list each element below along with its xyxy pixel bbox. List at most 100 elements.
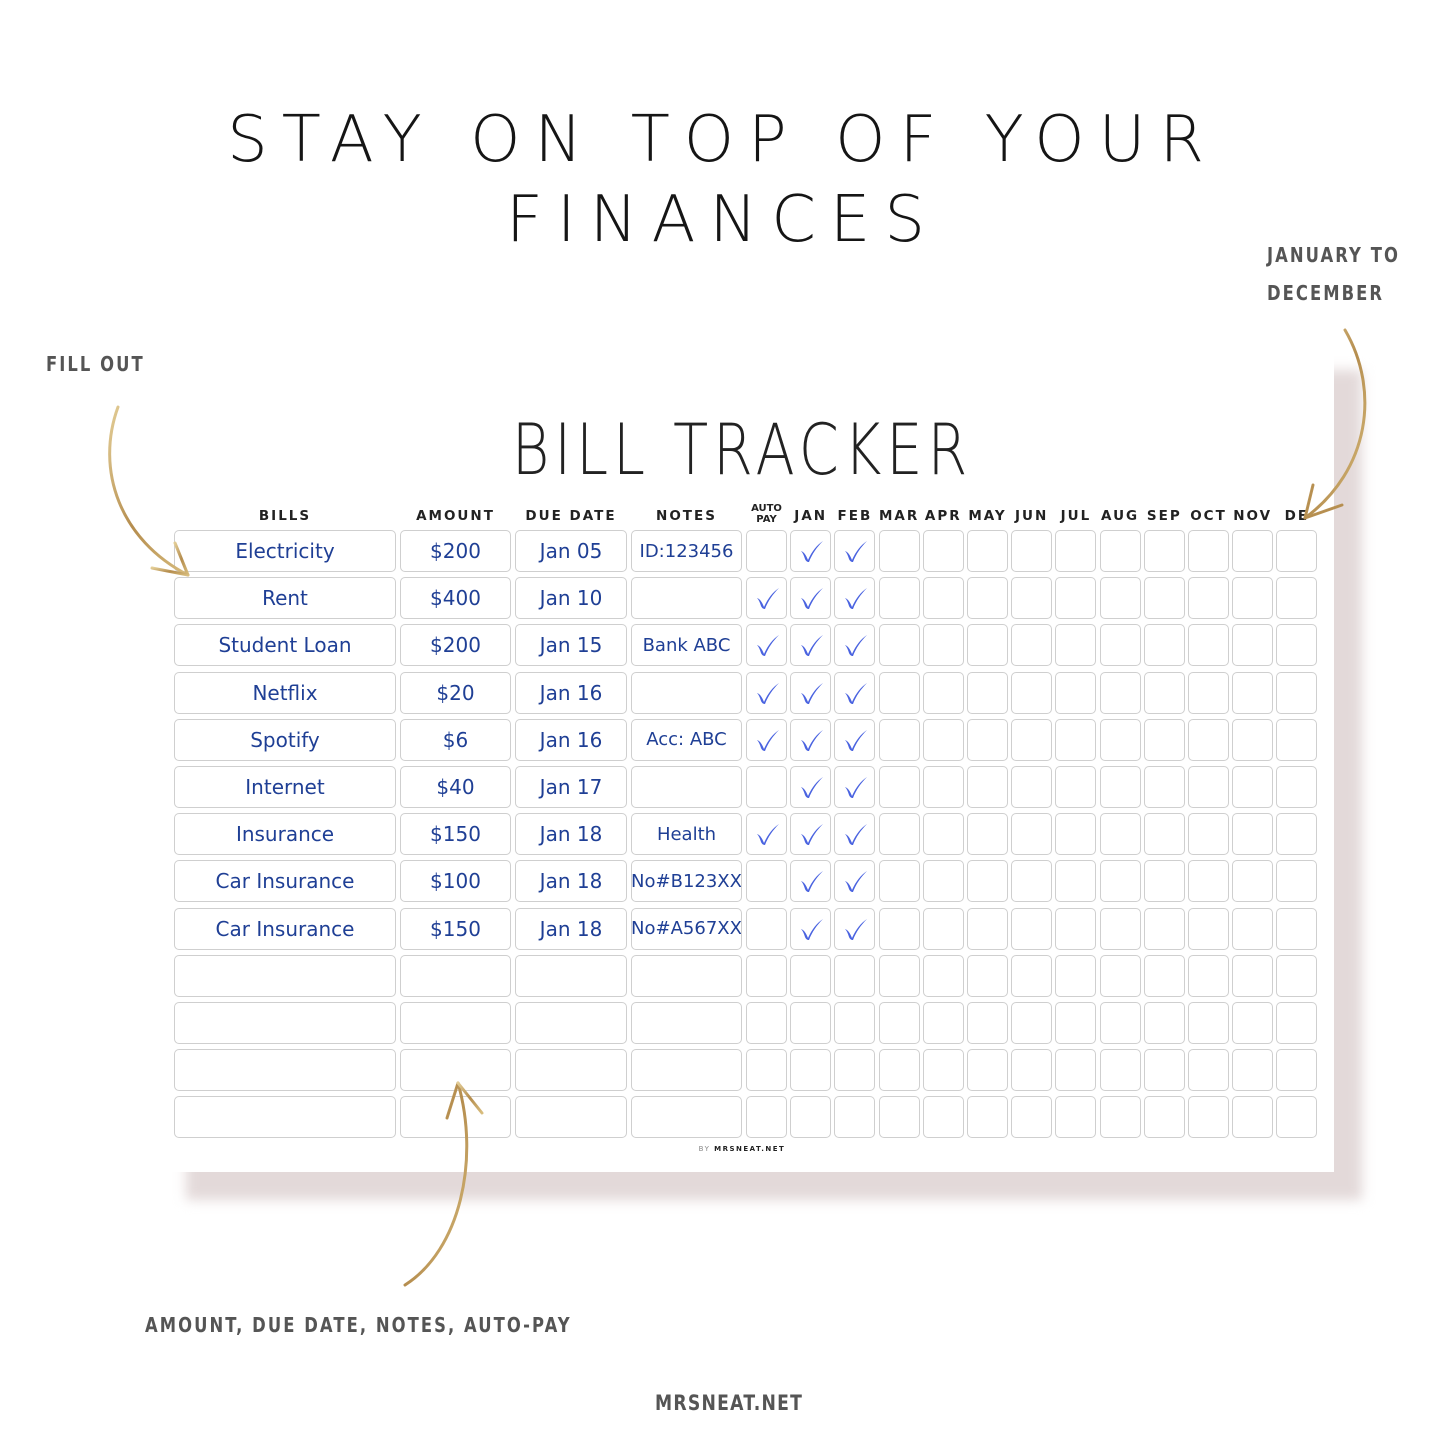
month-paid-checkbox[interactable] bbox=[1011, 577, 1053, 620]
amount-cell[interactable] bbox=[400, 1002, 511, 1044]
autopay-checkbox[interactable] bbox=[746, 860, 787, 903]
notes-cell[interactable]: Bank ABC bbox=[631, 624, 742, 667]
month-paid-checkbox[interactable] bbox=[1188, 1049, 1229, 1092]
amount-cell[interactable]: $200 bbox=[400, 530, 511, 572]
month-paid-checkbox[interactable] bbox=[967, 624, 1008, 667]
month-paid-checkbox[interactable] bbox=[1011, 624, 1053, 667]
month-paid-checkbox[interactable] bbox=[1188, 671, 1229, 714]
month-paid-checkbox[interactable] bbox=[922, 813, 964, 856]
month-paid-checkbox[interactable] bbox=[834, 530, 876, 572]
month-paid-checkbox[interactable] bbox=[1099, 1002, 1141, 1044]
month-paid-checkbox[interactable] bbox=[1276, 1096, 1318, 1139]
month-paid-checkbox[interactable] bbox=[1099, 954, 1141, 997]
due-date-cell[interactable]: Jan 18 bbox=[515, 907, 627, 950]
bill-name-cell[interactable]: Insurance bbox=[174, 813, 396, 856]
month-paid-checkbox[interactable] bbox=[967, 1096, 1008, 1139]
month-paid-checkbox[interactable] bbox=[1055, 860, 1097, 903]
month-paid-checkbox[interactable] bbox=[1055, 766, 1097, 808]
month-paid-checkbox[interactable] bbox=[1011, 1049, 1053, 1092]
month-paid-checkbox[interactable] bbox=[834, 718, 876, 761]
month-paid-checkbox[interactable] bbox=[834, 624, 876, 667]
month-paid-checkbox[interactable] bbox=[834, 860, 876, 903]
month-paid-checkbox[interactable] bbox=[1055, 671, 1097, 714]
month-paid-checkbox[interactable] bbox=[1011, 766, 1053, 808]
month-paid-checkbox[interactable] bbox=[1055, 530, 1097, 572]
month-paid-checkbox[interactable] bbox=[1276, 907, 1318, 950]
month-paid-checkbox[interactable] bbox=[1099, 1049, 1141, 1092]
bill-name-cell[interactable] bbox=[174, 1002, 396, 1044]
month-paid-checkbox[interactable] bbox=[1055, 577, 1097, 620]
bill-name-cell[interactable] bbox=[174, 1049, 396, 1092]
month-paid-checkbox[interactable] bbox=[878, 860, 920, 903]
month-paid-checkbox[interactable] bbox=[1099, 860, 1141, 903]
month-paid-checkbox[interactable] bbox=[1232, 718, 1274, 761]
month-paid-checkbox[interactable] bbox=[1143, 671, 1185, 714]
autopay-checkbox[interactable] bbox=[746, 813, 787, 856]
autopay-checkbox[interactable] bbox=[746, 624, 787, 667]
month-paid-checkbox[interactable] bbox=[1188, 1096, 1229, 1139]
month-paid-checkbox[interactable] bbox=[1099, 577, 1141, 620]
month-paid-checkbox[interactable] bbox=[922, 766, 964, 808]
month-paid-checkbox[interactable] bbox=[1143, 1096, 1185, 1139]
month-paid-checkbox[interactable] bbox=[1055, 1002, 1097, 1044]
month-paid-checkbox[interactable] bbox=[922, 860, 964, 903]
month-paid-checkbox[interactable] bbox=[790, 530, 832, 572]
month-paid-checkbox[interactable] bbox=[878, 907, 920, 950]
month-paid-checkbox[interactable] bbox=[834, 954, 876, 997]
notes-cell[interactable]: ID:123456 bbox=[631, 530, 742, 572]
month-paid-checkbox[interactable] bbox=[1143, 954, 1185, 997]
month-paid-checkbox[interactable] bbox=[1143, 1002, 1185, 1044]
month-paid-checkbox[interactable] bbox=[790, 954, 832, 997]
month-paid-checkbox[interactable] bbox=[967, 530, 1008, 572]
notes-cell[interactable] bbox=[631, 1049, 742, 1092]
month-paid-checkbox[interactable] bbox=[1099, 813, 1141, 856]
month-paid-checkbox[interactable] bbox=[790, 624, 832, 667]
month-paid-checkbox[interactable] bbox=[1276, 577, 1318, 620]
month-paid-checkbox[interactable] bbox=[878, 1002, 920, 1044]
month-paid-checkbox[interactable] bbox=[922, 671, 964, 714]
month-paid-checkbox[interactable] bbox=[1232, 954, 1274, 997]
month-paid-checkbox[interactable] bbox=[967, 813, 1008, 856]
month-paid-checkbox[interactable] bbox=[967, 860, 1008, 903]
notes-cell[interactable]: Health bbox=[631, 813, 742, 856]
notes-cell[interactable]: Acc: ABC bbox=[631, 718, 742, 761]
amount-cell[interactable] bbox=[400, 1096, 511, 1139]
due-date-cell[interactable]: Jan 17 bbox=[515, 766, 627, 808]
month-paid-checkbox[interactable] bbox=[1143, 1049, 1185, 1092]
month-paid-checkbox[interactable] bbox=[1276, 954, 1318, 997]
month-paid-checkbox[interactable] bbox=[1143, 530, 1185, 572]
month-paid-checkbox[interactable] bbox=[834, 1002, 876, 1044]
month-paid-checkbox[interactable] bbox=[1055, 1096, 1097, 1139]
month-paid-checkbox[interactable] bbox=[1188, 860, 1229, 903]
month-paid-checkbox[interactable] bbox=[1143, 718, 1185, 761]
month-paid-checkbox[interactable] bbox=[1011, 530, 1053, 572]
bill-name-cell[interactable]: Rent bbox=[174, 577, 396, 620]
month-paid-checkbox[interactable] bbox=[967, 577, 1008, 620]
month-paid-checkbox[interactable] bbox=[1011, 813, 1053, 856]
month-paid-checkbox[interactable] bbox=[1099, 1096, 1141, 1139]
month-paid-checkbox[interactable] bbox=[878, 718, 920, 761]
month-paid-checkbox[interactable] bbox=[1232, 577, 1274, 620]
due-date-cell[interactable]: Jan 18 bbox=[515, 860, 627, 903]
month-paid-checkbox[interactable] bbox=[1232, 624, 1274, 667]
autopay-checkbox[interactable] bbox=[746, 907, 787, 950]
due-date-cell[interactable] bbox=[515, 1049, 627, 1092]
month-paid-checkbox[interactable] bbox=[790, 1049, 832, 1092]
due-date-cell[interactable]: Jan 15 bbox=[515, 624, 627, 667]
bill-name-cell[interactable]: Internet bbox=[174, 766, 396, 808]
month-paid-checkbox[interactable] bbox=[1188, 1002, 1229, 1044]
month-paid-checkbox[interactable] bbox=[1143, 624, 1185, 667]
month-paid-checkbox[interactable] bbox=[790, 860, 832, 903]
bill-name-cell[interactable] bbox=[174, 1096, 396, 1139]
month-paid-checkbox[interactable] bbox=[1055, 813, 1097, 856]
due-date-cell[interactable] bbox=[515, 1096, 627, 1139]
month-paid-checkbox[interactable] bbox=[967, 907, 1008, 950]
month-paid-checkbox[interactable] bbox=[1276, 860, 1318, 903]
month-paid-checkbox[interactable] bbox=[1188, 577, 1229, 620]
amount-cell[interactable]: $150 bbox=[400, 813, 511, 856]
month-paid-checkbox[interactable] bbox=[790, 766, 832, 808]
month-paid-checkbox[interactable] bbox=[1276, 1002, 1318, 1044]
month-paid-checkbox[interactable] bbox=[967, 718, 1008, 761]
month-paid-checkbox[interactable] bbox=[1143, 860, 1185, 903]
month-paid-checkbox[interactable] bbox=[878, 671, 920, 714]
